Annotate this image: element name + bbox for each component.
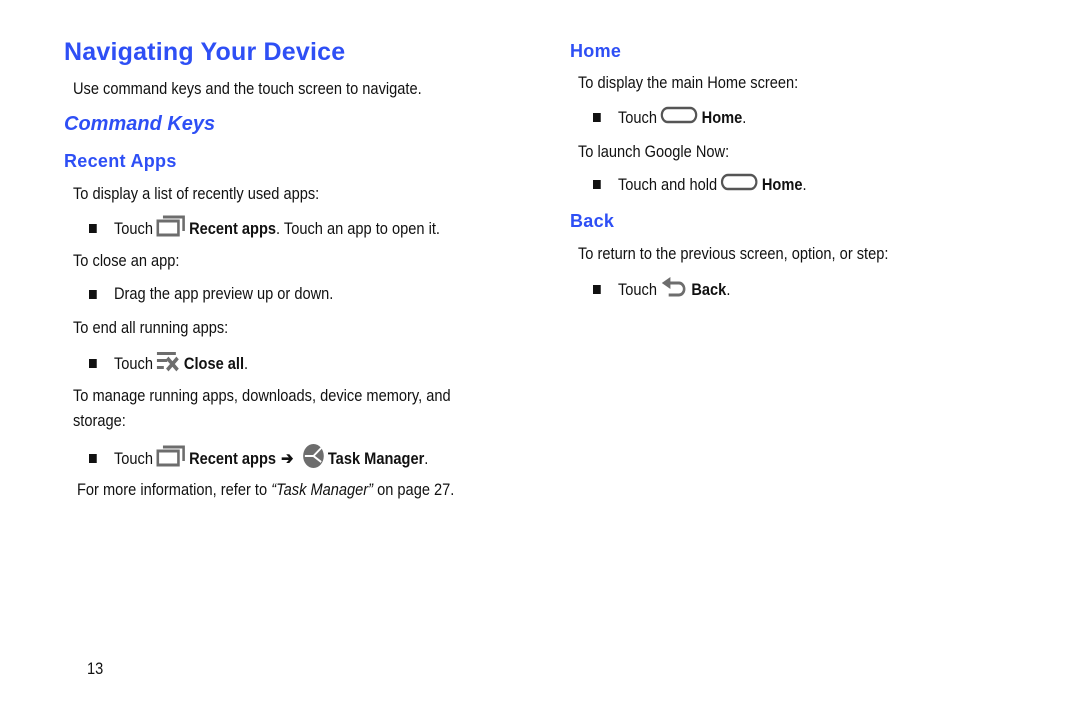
bullet-marker bbox=[593, 113, 601, 122]
home-bullet-2: Touch and hold Home . bbox=[593, 173, 807, 196]
bullet-bold: Home bbox=[761, 174, 803, 194]
bullet-prefix: Touch and hold bbox=[617, 174, 718, 194]
bullet-suffix: . bbox=[424, 448, 429, 468]
bullet-suffix: . bbox=[244, 353, 249, 373]
bullet-prefix: Touch bbox=[113, 448, 153, 468]
bullet-prefix: Touch bbox=[113, 353, 153, 373]
bullet-prefix: Touch bbox=[113, 218, 153, 238]
bullet-marker bbox=[89, 224, 97, 233]
recent-apps-p1: To display a list of recently used apps: bbox=[73, 184, 320, 203]
reference-text: For more information, refer to “Task Man… bbox=[77, 480, 454, 500]
bullet-bold: Close all bbox=[183, 353, 245, 373]
home-heading: Home bbox=[570, 41, 622, 61]
home-key-icon bbox=[721, 173, 759, 196]
bullet-marker bbox=[89, 289, 97, 299]
ref-prefix: For more information, refer to bbox=[77, 480, 272, 499]
recent-apps-p3: To end all running apps: bbox=[73, 318, 229, 337]
recent-apps-bullet-3: Touch Close all . bbox=[89, 350, 248, 377]
back-bullet-1: Touch Back . bbox=[593, 276, 730, 303]
recent-apps-bullet-1: Touch Recent apps . Touch an app to open… bbox=[89, 215, 440, 242]
recent-apps-p4-line1: To manage running apps, downloads, devic… bbox=[73, 386, 451, 405]
task-manager-icon bbox=[302, 443, 324, 474]
close-all-icon bbox=[156, 350, 180, 377]
back-icon bbox=[660, 276, 688, 303]
bullet-prefix: Touch bbox=[617, 107, 657, 127]
bullet-marker bbox=[593, 285, 601, 294]
bullet-bold: Back bbox=[691, 279, 727, 299]
home-p1: To display the main Home screen: bbox=[578, 73, 799, 92]
recent-apps-p4-line2: storage: bbox=[73, 411, 126, 430]
bullet-marker bbox=[89, 359, 97, 368]
bullet-suffix: . bbox=[726, 279, 731, 299]
ref-suffix: on page 27. bbox=[373, 480, 455, 499]
home-p2: To launch Google Now: bbox=[578, 142, 730, 161]
bullet-bold: Recent apps bbox=[189, 448, 277, 468]
ref-link[interactable]: “Task Manager” bbox=[271, 480, 373, 499]
page-title: Navigating Your Device bbox=[64, 38, 346, 66]
bullet-prefix: Touch bbox=[617, 279, 657, 299]
bullet-suffix: . bbox=[802, 174, 807, 194]
recent-apps-bullet-4: Touch Recent apps ➔ Task Manager . bbox=[89, 443, 428, 474]
recent-apps-heading: Recent Apps bbox=[64, 151, 177, 171]
recent-apps-icon bbox=[156, 215, 186, 242]
back-heading: Back bbox=[570, 211, 615, 231]
recent-apps-p2: To close an app: bbox=[73, 251, 180, 270]
bullet-marker bbox=[593, 180, 601, 189]
home-key-icon bbox=[660, 106, 698, 129]
home-bullet-1: Touch Home . bbox=[593, 106, 746, 129]
bullet-suffix: . bbox=[742, 107, 747, 127]
bullet-bold: Home bbox=[701, 107, 743, 127]
bullet-suffix: . Touch an app to open it. bbox=[276, 218, 440, 238]
bullet-bold: Task Manager bbox=[327, 448, 425, 468]
back-p1: To return to the previous screen, option… bbox=[578, 244, 889, 263]
page-number: 13 bbox=[87, 659, 104, 678]
bullet-text: Drag the app preview up or down. bbox=[113, 284, 334, 303]
bullet-marker bbox=[89, 454, 97, 463]
recent-apps-icon bbox=[156, 445, 186, 472]
intro-text: Use command keys and the touch screen to… bbox=[73, 79, 422, 98]
command-keys-heading: Command Keys bbox=[64, 113, 216, 135]
recent-apps-bullet-2: Drag the app preview up or down. bbox=[89, 284, 333, 304]
arrow-icon: ➔ bbox=[281, 448, 294, 468]
bullet-bold: Recent apps bbox=[189, 218, 277, 238]
